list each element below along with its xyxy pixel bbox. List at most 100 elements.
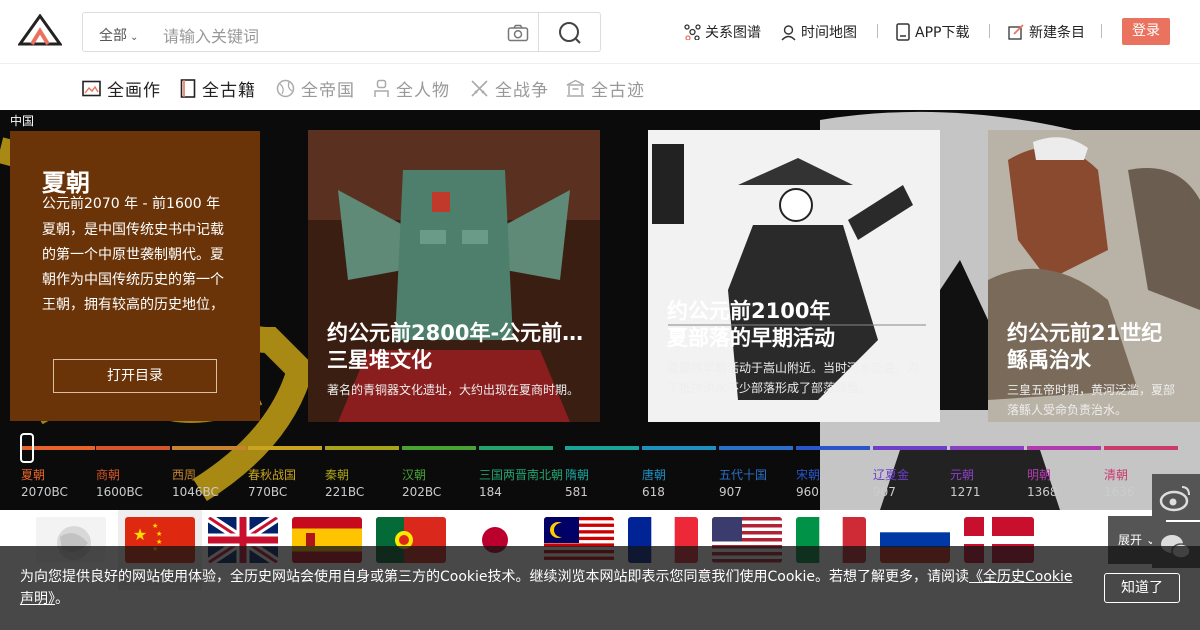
nav-label: 关系图谱	[705, 25, 761, 41]
timeline-year: 221BC	[325, 485, 365, 499]
timeline-segment[interactable]	[565, 446, 639, 450]
dynasty-timeline: 夏朝 2070BC 商朝 1600BC 西周 1046BC 春秋战国 770BC 秦朝 221BC…	[0, 445, 1200, 505]
timeline-dynasty[interactable]: 春秋战国	[248, 466, 296, 483]
svg-text:★: ★	[156, 530, 162, 538]
book-icon	[180, 79, 196, 98]
event-card[interactable]: 约公元前2100年 夏部落的早期活动 夏部族早期活动于嵩山附近。当时河水泛滥，为…	[648, 130, 940, 422]
timeline-segment[interactable]	[325, 446, 399, 450]
timeline-segment[interactable]	[96, 446, 170, 450]
camera-icon[interactable]	[507, 24, 529, 42]
event-description: 夏部族早期活动于嵩山附近。当时河水泛滥，为了抵抗洪水不少部落形成了部落联盟。	[667, 361, 920, 395]
timeline-slider-handle[interactable]	[20, 433, 34, 463]
person-icon	[374, 79, 389, 97]
timeline-dynasty[interactable]: 西周	[172, 466, 196, 483]
timeline-year: 1271	[950, 485, 981, 499]
cookie-accept-button[interactable]: 知道了	[1104, 573, 1180, 603]
timeline-year: 907	[719, 485, 742, 499]
event-title: 三星堆文化	[327, 348, 432, 372]
timeline-year: 770BC	[248, 485, 288, 499]
category-label: 全人物	[396, 81, 450, 101]
divider	[877, 24, 878, 38]
nav-label: 新建条目	[1029, 25, 1085, 41]
event-card[interactable]: 约公元前2800年-公元前110… 三星堆文化 著名的青铜器文化遗址，大约出现在…	[308, 130, 600, 422]
timeline-segment[interactable]	[248, 446, 322, 450]
timeline-dynasty[interactable]: 清朝	[1104, 466, 1128, 483]
search-scope-select[interactable]: 全部 ⌄	[99, 25, 138, 45]
timeline-segment[interactable]	[402, 446, 476, 450]
search-button[interactable]	[538, 13, 600, 51]
timeline-dynasty[interactable]: 商朝	[96, 466, 120, 483]
category-label: 全战争	[495, 81, 549, 101]
timeline-dynasty[interactable]: 宋朝	[796, 466, 820, 483]
divider	[1101, 24, 1102, 38]
weibo-share-button[interactable]	[1152, 474, 1200, 520]
timeline-year: 1368	[1027, 485, 1058, 499]
weibo-icon	[1159, 486, 1190, 512]
svg-text:★: ★	[152, 522, 158, 530]
timeline-dynasty[interactable]: 辽夏金	[873, 466, 909, 483]
nav-relation-graph[interactable]: 关系图谱	[684, 22, 761, 42]
category-books[interactable]: 全古籍	[180, 76, 256, 101]
timeline-dynasty[interactable]: 隋朝	[565, 466, 589, 483]
category-empires[interactable]: 全帝国	[276, 76, 355, 101]
divider	[989, 24, 990, 38]
timeline-segment[interactable]	[950, 446, 1024, 450]
svg-text:★: ★	[133, 525, 147, 544]
cookie-end: 。	[55, 591, 69, 607]
category-label: 全古迹	[591, 81, 645, 101]
chevron-down-icon: ⌄	[130, 32, 139, 43]
category-paintings[interactable]: 全画作	[82, 76, 161, 101]
category-label: 全画作	[107, 81, 161, 101]
search-input[interactable]: 请输入关键词	[163, 23, 259, 47]
timeline-dynasty[interactable]: 明朝	[1027, 466, 1051, 483]
login-button[interactable]: 登录	[1122, 18, 1170, 45]
edit-icon	[1008, 24, 1024, 40]
timeline-dynasty[interactable]: 夏朝	[21, 466, 45, 483]
timeline-year: 2070BC	[21, 485, 68, 499]
timeline-dynasty[interactable]: 唐朝	[642, 466, 666, 483]
event-description: 著名的青铜器文化遗址，大约出现在夏商时期。	[327, 383, 580, 397]
logo-icon[interactable]	[18, 14, 62, 46]
category-bar: 全画作 全古籍 全帝国 全人物 全战争 全古迹	[0, 64, 1200, 110]
timeline-dynasty[interactable]: 秦朝	[325, 466, 349, 483]
timeline-year: 907	[873, 485, 896, 499]
dynasty-card[interactable]: 夏朝 公元前2070 年 - 前1600 年 夏朝，是中国传统史书中记载的第一个…	[10, 131, 260, 421]
expand-label: 展开	[1118, 533, 1143, 547]
event-title-date: 约公元前21世纪	[1007, 321, 1163, 345]
timeline-dynasty[interactable]: 元朝	[950, 466, 974, 483]
globe-icon	[276, 79, 295, 98]
cookie-text: 为向您提供良好的网站使用体验，全历史网站会使用自身或第三方的Cookie技术。继…	[20, 566, 1080, 610]
event-card[interactable]: 约公元前21世纪 鲧禹治水 三皇五帝时期，黄河泛滥，夏部落鲧人受命负责治水。	[988, 130, 1200, 422]
event-title: 夏部落的早期活动	[667, 326, 835, 350]
timeline-dynasty[interactable]: 三国两晋南北朝	[479, 466, 563, 483]
timeline-segment[interactable]	[796, 446, 870, 450]
nav-app-download[interactable]: APP下载	[895, 22, 969, 42]
timeline-dynasty[interactable]: 汉朝	[402, 466, 426, 483]
timeline-segment[interactable]	[1027, 446, 1101, 450]
timeline-segment[interactable]	[873, 446, 947, 450]
timeline-year: 581	[565, 485, 588, 499]
nav-new-entry[interactable]: 新建条目	[1008, 22, 1085, 42]
category-wars[interactable]: 全战争	[470, 76, 549, 101]
open-catalog-button[interactable]: 打开目录	[53, 359, 217, 393]
event-title-date: 约公元前2800年-公元前110…	[327, 321, 586, 345]
timeline-year: 184	[479, 485, 502, 499]
timeline-segment[interactable]	[479, 446, 553, 450]
dynasty-description: 夏朝，是中国传统史书中记载的第一个中原世袭制朝代。夏朝作为中国传统历史的第一个王…	[42, 222, 224, 313]
timeline-segment[interactable]	[642, 446, 716, 450]
category-people[interactable]: 全人物	[373, 76, 450, 101]
timeline-segment[interactable]	[719, 446, 793, 450]
region-label: 中国	[10, 114, 35, 128]
timeline-segment[interactable]	[1104, 446, 1178, 450]
timeline-segment[interactable]	[172, 446, 246, 450]
nav-time-map[interactable]: 时间地图	[780, 22, 857, 42]
event-title: 鲧禹治水	[1007, 348, 1091, 372]
timeline-year: 618	[642, 485, 665, 499]
timeline-year: 202BC	[402, 485, 442, 499]
painting-icon	[82, 80, 101, 97]
timeline-stage: 中国 夏朝 公元前2070 年 - 前1600 年 夏朝，是中国传统史书中记载的…	[0, 110, 1200, 510]
event-description: 三皇五帝时期，黄河泛滥，夏部落鲧人受命负责治水。	[1007, 383, 1176, 417]
timeline-dynasty[interactable]: 五代十国	[719, 466, 767, 483]
timeline-year: 960	[796, 485, 819, 499]
category-relics[interactable]: 全古迹	[566, 76, 645, 101]
